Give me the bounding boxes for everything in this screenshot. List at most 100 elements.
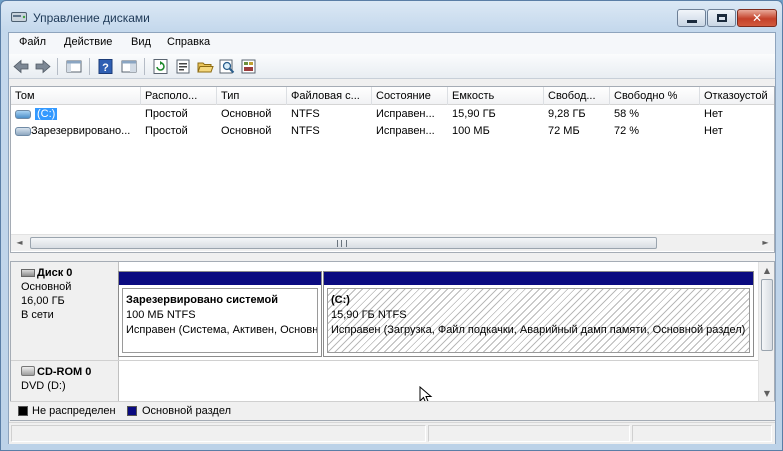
disk-kind: Основной (21, 281, 72, 293)
fault-tolerance-cell: Нет (704, 125, 723, 137)
find-icon[interactable] (218, 58, 236, 75)
minimize-icon (687, 20, 697, 23)
partition-system-reserved[interactable]: Зарезервировано системой 100 МБ NTFS Исп… (118, 271, 322, 357)
horizontal-scrollbar[interactable]: ◄ ► (11, 234, 774, 251)
properties-icon[interactable] (174, 58, 192, 75)
partition-body: Зарезервировано системой 100 МБ NTFS Исп… (122, 288, 318, 353)
disk-divider (11, 360, 758, 361)
vertical-scrollbar[interactable]: ▲ ▼ (758, 262, 774, 420)
volume-list-header: Том Располо... Тип Файловая с... Состоян… (11, 87, 774, 105)
legend-label-primary: Основной раздел (142, 405, 231, 417)
pane-splitter[interactable] (10, 255, 775, 260)
title-bar[interactable]: Управление дисками ✕ (1, 1, 782, 33)
status-cell: Исправен... (376, 125, 435, 137)
toolbar-separator (57, 58, 58, 75)
legend-swatch-primary (127, 406, 137, 416)
disk-kind: DVD (D:) (21, 380, 66, 392)
file-system-cell: NTFS (291, 108, 320, 120)
column-header-type[interactable]: Тип (217, 87, 287, 105)
back-arrow-icon[interactable] (12, 58, 30, 75)
close-button[interactable]: ✕ (737, 9, 777, 27)
fault-tolerance-cell: Нет (704, 108, 723, 120)
toolbar-separator (144, 58, 145, 75)
type-cell: Основной (221, 125, 272, 137)
column-header-capacity[interactable]: Емкость (448, 87, 544, 105)
partition-body: (C:) 15,90 ГБ NTFS Исправен (Загрузка, Ф… (327, 288, 750, 353)
partition-type-bar (324, 272, 753, 285)
menu-help[interactable]: Справка (167, 36, 210, 48)
partition-type-bar (119, 272, 321, 285)
grip-icon (337, 240, 347, 247)
minimize-button[interactable] (677, 9, 706, 27)
disk-management-app-icon (11, 12, 27, 22)
disk-title: CD-ROM 0 (37, 366, 92, 378)
legend-swatch-unallocated (18, 406, 28, 416)
menu-bar: Файл Действие Вид Справка (9, 33, 775, 54)
scroll-up-icon[interactable]: ▲ (759, 262, 774, 279)
capacity-cell: 15,90 ГБ (452, 108, 496, 120)
maximize-icon (717, 14, 727, 22)
svg-text:?: ? (102, 62, 109, 74)
disk-size: 16,00 ГБ (21, 295, 65, 307)
disk-title-line: Диск 0 (21, 266, 118, 280)
volume-icon (15, 110, 31, 119)
free-space-cell: 9,28 ГБ (548, 108, 586, 120)
column-header-percent-free[interactable]: Свободно % (610, 87, 700, 105)
properties-view-icon[interactable] (120, 58, 138, 75)
scroll-left-icon[interactable]: ◄ (11, 235, 28, 251)
status-panel (428, 425, 630, 442)
volume-name[interactable]: (C:) (35, 108, 58, 120)
scroll-right-icon[interactable]: ► (757, 235, 774, 251)
status-panel (11, 425, 426, 442)
volume-row[interactable]: Зарезервировано... Простой Основной NTFS… (11, 123, 774, 140)
layout-cell: Простой (145, 108, 188, 120)
menu-view[interactable]: Вид (131, 36, 151, 48)
free-space-cell: 72 МБ (548, 125, 580, 137)
scrollbar-thumb[interactable] (761, 279, 773, 351)
open-icon[interactable] (196, 58, 214, 75)
layout-cell: Простой (145, 125, 188, 137)
forward-arrow-icon[interactable] (34, 58, 52, 75)
help-icon[interactable]: ? (97, 58, 115, 75)
window-title: Управление дисками (33, 11, 150, 25)
scrollbar-thumb[interactable] (30, 237, 657, 249)
status-cell: Исправен... (376, 108, 435, 120)
column-header-volume[interactable]: Том (11, 87, 141, 105)
export-icon[interactable] (240, 58, 258, 75)
disk-0-info[interactable]: Диск 0 Основной 16,00 ГБ В сети (11, 262, 119, 360)
partition-c[interactable]: (C:) 15,90 ГБ NTFS Исправен (Загрузка, Ф… (323, 271, 754, 357)
legend: Не распределен Основной раздел (10, 401, 775, 420)
console-tree-icon[interactable] (65, 58, 83, 75)
column-header-status[interactable]: Состояние (372, 87, 448, 105)
percent-free-cell: 58 % (614, 108, 640, 120)
menu-action[interactable]: Действие (64, 36, 112, 48)
volume-row[interactable]: (C:) Простой Основной NTFS Исправен... 1… (11, 106, 774, 123)
column-header-free-space[interactable]: Свобод... (544, 87, 610, 105)
toolbar: ? (9, 54, 775, 79)
close-icon: ✕ (751, 11, 763, 25)
column-header-file-system[interactable]: Файловая с... (287, 87, 372, 105)
status-panel (632, 425, 772, 442)
column-header-layout[interactable]: Располо... (141, 87, 217, 105)
partition-status: Исправен (Загрузка, Файл подкачки, Авари… (331, 324, 746, 336)
volume-list: Том Располо... Тип Файловая с... Состоян… (10, 86, 775, 253)
cd-rom-icon (21, 366, 35, 376)
disk-title: Диск 0 (37, 267, 73, 279)
status-bar (9, 422, 775, 444)
disk-graphical-view: Диск 0 Основной 16,00 ГБ В сети Зарезерв… (10, 261, 775, 421)
scroll-down-icon[interactable]: ▼ (759, 385, 774, 402)
maximize-button[interactable] (707, 9, 736, 27)
legend-label-unallocated: Не распределен (32, 405, 116, 417)
partition-name: Зарезервировано системой (126, 294, 278, 306)
hard-disk-icon (21, 269, 35, 277)
disk-management-window: Управление дисками ✕ Файл Действие Вид С… (0, 0, 783, 451)
menu-file[interactable]: Файл (19, 36, 46, 48)
column-header-fault-tolerance[interactable]: Отказоустой (700, 87, 774, 105)
disk-title-line: CD-ROM 0 (21, 365, 118, 379)
disk-status: В сети (21, 309, 54, 321)
volume-name[interactable]: Зарезервировано... (29, 123, 141, 140)
toolbar-separator (89, 58, 90, 75)
file-system-cell: NTFS (291, 125, 320, 137)
partition-status: Исправен (Система, Активен, Основной раз… (126, 324, 318, 336)
refresh-icon[interactable] (152, 58, 170, 75)
